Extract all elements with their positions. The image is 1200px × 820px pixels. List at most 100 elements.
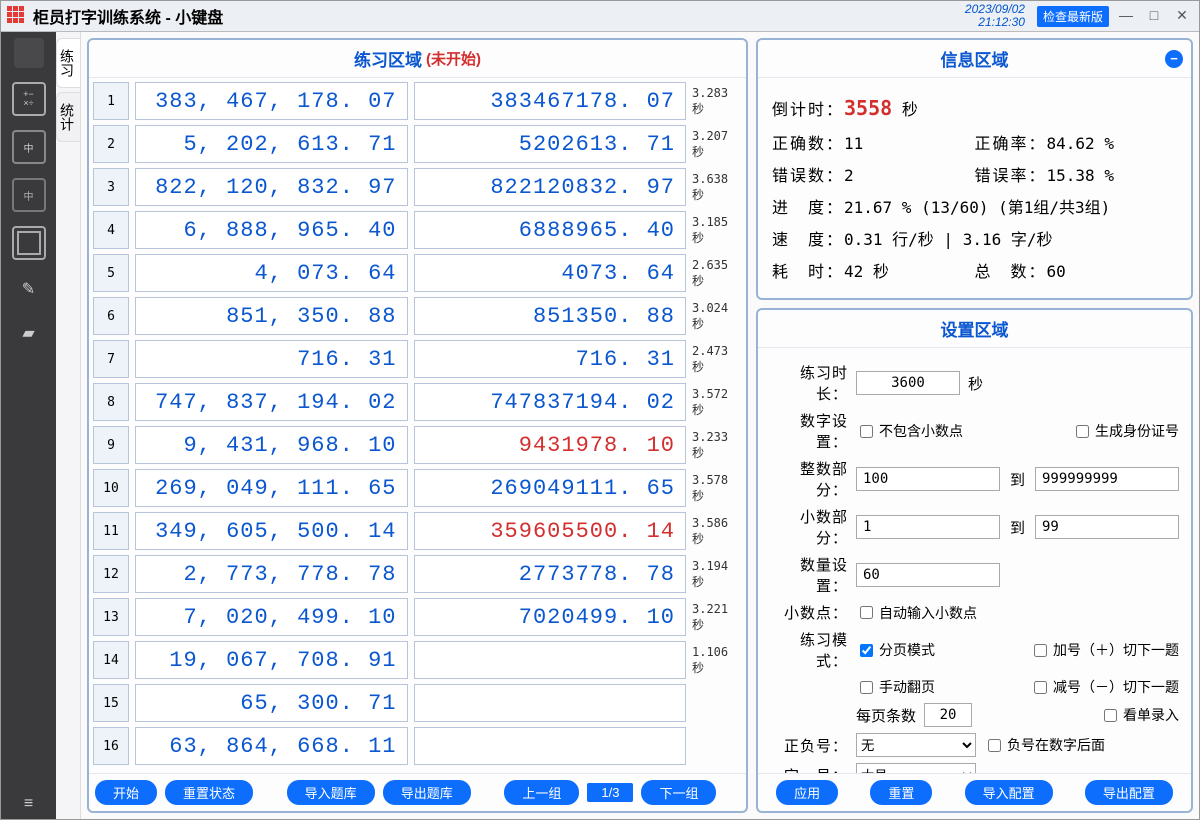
typed-value[interactable]	[414, 641, 687, 679]
dec-from-input[interactable]	[856, 515, 1000, 539]
dashboard-icon[interactable]	[14, 362, 44, 392]
typed-value[interactable]: 269049111. 65	[414, 469, 687, 507]
prev-group-button[interactable]: 上一组	[504, 780, 579, 805]
export-config-button[interactable]: 导出配置	[1085, 780, 1173, 805]
minus-next-checkbox[interactable]: 减号（－）切下一题	[1030, 677, 1179, 697]
practice-row: 7716. 31716. 312.473 秒	[93, 340, 742, 378]
row-time: 3.578 秒	[692, 473, 742, 504]
typed-value[interactable]: 5202613. 71	[414, 125, 687, 163]
minimize-button[interactable]: —	[1115, 7, 1137, 25]
reset-state-button[interactable]: 重置状态	[165, 780, 253, 805]
sign-select[interactable]: 无	[856, 733, 976, 757]
row-index: 2	[93, 125, 129, 163]
typed-value[interactable]: 7020499. 10	[414, 598, 687, 636]
typed-value[interactable]: 359605500. 14	[414, 512, 687, 550]
row-index: 12	[93, 555, 129, 593]
app-logo-icon	[7, 6, 27, 26]
page-indicator: 1/3	[587, 783, 633, 802]
settings-footer: 应用 重置 导入配置 导出配置	[758, 773, 1191, 811]
row-index: 16	[93, 727, 129, 765]
import-questions-button[interactable]: 导入题库	[287, 780, 375, 805]
copy-icon[interactable]	[12, 226, 46, 260]
collapse-info-icon[interactable]: −	[1165, 50, 1183, 68]
row-index: 14	[93, 641, 129, 679]
expected-value: 63, 864, 668. 11	[135, 727, 408, 765]
title-bar: 柜员打字训练系统 - 小键盘 2023/09/0221:12:30 检查最新版 …	[1, 1, 1199, 32]
no-decimal-checkbox[interactable]: 不包含小数点	[856, 421, 963, 441]
close-button[interactable]: ✕	[1171, 7, 1193, 25]
int-to-input[interactable]	[1035, 467, 1179, 491]
expected-value: 851, 350. 88	[135, 297, 408, 335]
calculator-icon[interactable]: +−×÷	[12, 82, 46, 116]
practice-row: 54, 073. 644073. 642.635 秒	[93, 254, 742, 292]
typed-value[interactable]: 851350. 88	[414, 297, 687, 335]
per-page-input[interactable]	[924, 703, 972, 727]
practice-row: 1419, 067, 708. 911.106 秒	[93, 641, 742, 679]
count-input[interactable]	[856, 563, 1000, 587]
edit-icon[interactable]: ✎	[14, 274, 44, 304]
typed-value[interactable]: 716. 31	[414, 340, 687, 378]
row-index: 9	[93, 426, 129, 464]
next-group-button[interactable]: 下一组	[641, 780, 716, 805]
tab-practice[interactable]: 练习	[56, 38, 80, 88]
practice-panel: 练习区域 (未开始) 1383, 467, 178. 07383467178. …	[87, 38, 748, 813]
cn-outline-icon[interactable]: 中	[12, 178, 46, 212]
int-from-input[interactable]	[856, 467, 1000, 491]
sign-after-checkbox[interactable]: 负号在数字后面	[984, 735, 1105, 755]
row-index: 11	[93, 512, 129, 550]
cn-solid-icon[interactable]: 中	[12, 130, 46, 164]
typed-value[interactable]	[414, 684, 687, 722]
practice-header: 练习区域 (未开始)	[89, 40, 746, 78]
expected-value: 2, 773, 778. 78	[135, 555, 408, 593]
row-index: 8	[93, 383, 129, 421]
typed-value[interactable]: 4073. 64	[414, 254, 687, 292]
typed-value[interactable]: 747837194. 02	[414, 383, 687, 421]
eraser-icon[interactable]: ▰	[14, 318, 44, 348]
manual-page-checkbox[interactable]: 手动翻页	[856, 677, 935, 697]
side-tabs: 练习 统计	[56, 32, 81, 819]
plus-next-checkbox[interactable]: 加号（＋）切下一题	[1030, 640, 1179, 660]
row-time: 3.586 秒	[692, 516, 742, 547]
practice-row: 8747, 837, 194. 02747837194. 023.572 秒	[93, 383, 742, 421]
grid-icon[interactable]	[14, 38, 44, 68]
menu-icon[interactable]: ≡	[14, 789, 44, 819]
expected-value: 4, 073. 64	[135, 254, 408, 292]
row-time: 3.024 秒	[692, 301, 742, 332]
row-time: 1.106 秒	[692, 645, 742, 676]
left-icon-bar: +−×÷ 中 中 ✎ ▰ ≡	[1, 32, 56, 819]
expected-value: 747, 837, 194. 02	[135, 383, 408, 421]
duration-input[interactable]	[856, 371, 960, 395]
typed-value[interactable]: 2773778. 78	[414, 555, 687, 593]
start-button[interactable]: 开始	[95, 780, 157, 805]
import-config-button[interactable]: 导入配置	[965, 780, 1053, 805]
export-questions-button[interactable]: 导出题库	[383, 780, 471, 805]
font-size-select[interactable]: 大号	[856, 763, 976, 773]
datetime: 2023/09/0221:12:30	[965, 3, 1025, 29]
page-mode-checkbox[interactable]: 分页模式	[856, 640, 935, 660]
practice-footer: 开始 重置状态 导入题库 导出题库 上一组 1/3 下一组	[89, 773, 746, 811]
practice-row: 1383, 467, 178. 07383467178. 073.283 秒	[93, 82, 742, 120]
gen-id-checkbox[interactable]: 生成身份证号	[1072, 421, 1179, 441]
check-update-button[interactable]: 检查最新版	[1037, 6, 1109, 27]
expected-value: 65, 300. 71	[135, 684, 408, 722]
typed-value[interactable]: 6888965. 40	[414, 211, 687, 249]
typed-value[interactable]: 822120832. 97	[414, 168, 687, 206]
settings-header: 设置区域	[758, 310, 1191, 348]
reset-settings-button[interactable]: 重置	[870, 780, 932, 805]
auto-dot-checkbox[interactable]: 自动输入小数点	[856, 603, 977, 623]
typed-value[interactable]: 9431978. 10	[414, 426, 687, 464]
maximize-button[interactable]: □	[1143, 7, 1165, 25]
tab-stats[interactable]: 统计	[56, 92, 80, 142]
typed-value[interactable]: 383467178. 07	[414, 82, 687, 120]
typed-value[interactable]	[414, 727, 687, 765]
row-time: 2.473 秒	[692, 344, 742, 375]
row-time: 3.638 秒	[692, 172, 742, 203]
single-entry-checkbox[interactable]: 看单录入	[1100, 705, 1179, 725]
dec-to-input[interactable]	[1035, 515, 1179, 539]
row-time: 3.233 秒	[692, 430, 742, 461]
window-title: 柜员打字训练系统 - 小键盘	[33, 4, 223, 28]
row-index: 10	[93, 469, 129, 507]
expected-value: 349, 605, 500. 14	[135, 512, 408, 550]
apply-button[interactable]: 应用	[776, 780, 838, 805]
row-time: 3.207 秒	[692, 129, 742, 160]
